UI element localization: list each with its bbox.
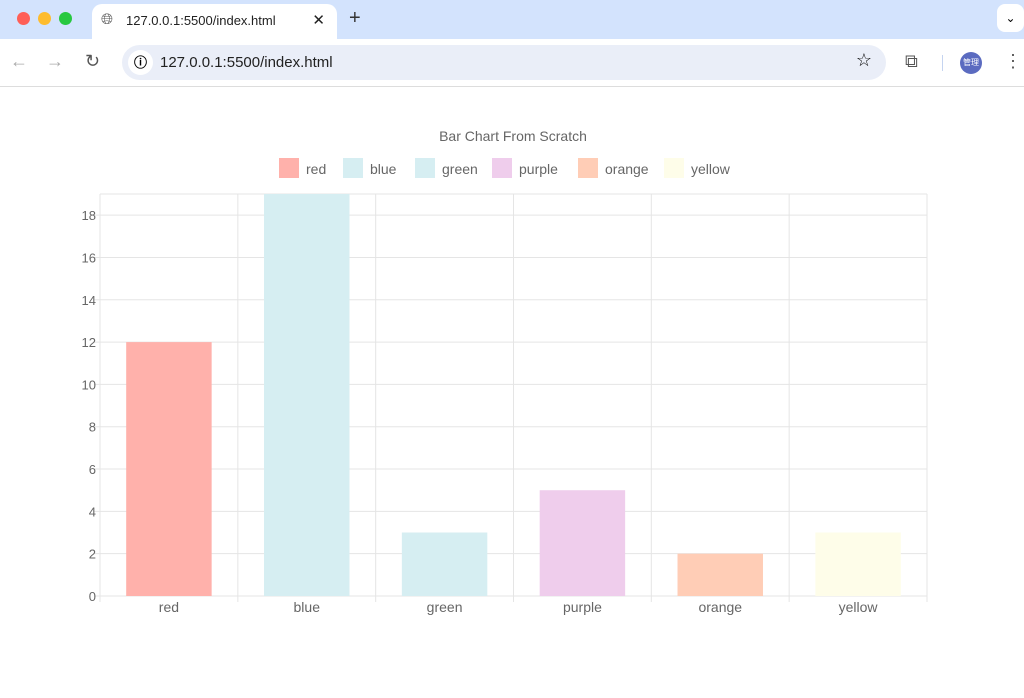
legend-label: green [442, 161, 478, 177]
menu-icon[interactable]: ⋮ [1004, 51, 1022, 72]
reload-icon[interactable]: ↻ [85, 51, 100, 72]
bar-chart: Bar Chart From Scratch red blue green purpl… [82, 128, 928, 615]
bar-red [126, 342, 212, 596]
tab-title: 127.0.0.1:5500/index.html [126, 13, 276, 28]
legend-label: yellow [691, 161, 731, 177]
x-tick-label: red [159, 599, 179, 615]
new-tab-icon[interactable]: + [349, 7, 361, 30]
legend-swatch [664, 158, 684, 178]
info-icon[interactable]: ⓘ [128, 50, 153, 75]
x-tick-label: orange [698, 599, 742, 615]
y-tick-label: 8 [89, 420, 96, 435]
back-icon[interactable]: ← [10, 51, 28, 72]
bar-yellow [815, 532, 901, 596]
tab-search-chevron-icon[interactable]: ⌄ [997, 4, 1024, 32]
tab-bar: 🌐︎ 127.0.0.1:5500/index.html ✕ + ⌄ [0, 0, 1024, 39]
y-tick-label: 0 [89, 589, 96, 604]
x-tick-label: blue [294, 599, 321, 615]
x-tick-label: yellow [839, 599, 879, 615]
y-tick-label: 12 [82, 335, 96, 350]
legend-label: blue [370, 161, 397, 177]
legend-swatch [415, 158, 435, 178]
url-text[interactable]: 127.0.0.1:5500/index.html [160, 54, 333, 71]
y-tick-label: 2 [89, 547, 96, 562]
address-bar[interactable]: ⓘ 127.0.0.1:5500/index.html ☆ [122, 45, 886, 80]
legend-label: orange [605, 161, 649, 177]
bar-purple [539, 490, 626, 596]
y-tick-label: 6 [89, 462, 96, 477]
extensions-icon[interactable]: ⧉ [905, 51, 918, 72]
bar-blue [264, 194, 350, 596]
y-tick-label: 14 [82, 293, 96, 308]
browser-tab[interactable]: 🌐︎ 127.0.0.1:5500/index.html ✕ [92, 4, 337, 39]
close-window-button[interactable] [17, 12, 30, 25]
legend-swatch [343, 158, 363, 178]
close-tab-icon[interactable]: ✕ [312, 11, 325, 29]
minimize-window-button[interactable] [38, 12, 51, 25]
y-tick-label: 18 [82, 208, 96, 223]
x-tick-label: green [427, 599, 463, 615]
bar-orange [677, 553, 763, 596]
avatar[interactable]: 管理 [960, 52, 982, 74]
y-tick-label: 4 [89, 504, 96, 519]
legend-swatch [492, 158, 512, 178]
bar-green [401, 532, 488, 596]
globe-icon: 🌐︎ [101, 11, 114, 28]
y-tick-label: 16 [82, 250, 96, 265]
toolbar: ← → ↻ ⓘ 127.0.0.1:5500/index.html ☆ ⧉ 管理… [0, 39, 1024, 87]
x-tick-label: purple [563, 599, 602, 615]
legend-swatch [279, 158, 299, 178]
legend-label: purple [519, 161, 558, 177]
star-icon[interactable]: ☆ [856, 50, 872, 71]
y-tick-label: 10 [82, 377, 96, 392]
legend-label: red [306, 161, 326, 177]
chart-title: Bar Chart From Scratch [439, 128, 587, 144]
legend-swatch [578, 158, 598, 178]
forward-icon[interactable]: → [46, 51, 64, 72]
maximize-window-button[interactable] [59, 12, 72, 25]
